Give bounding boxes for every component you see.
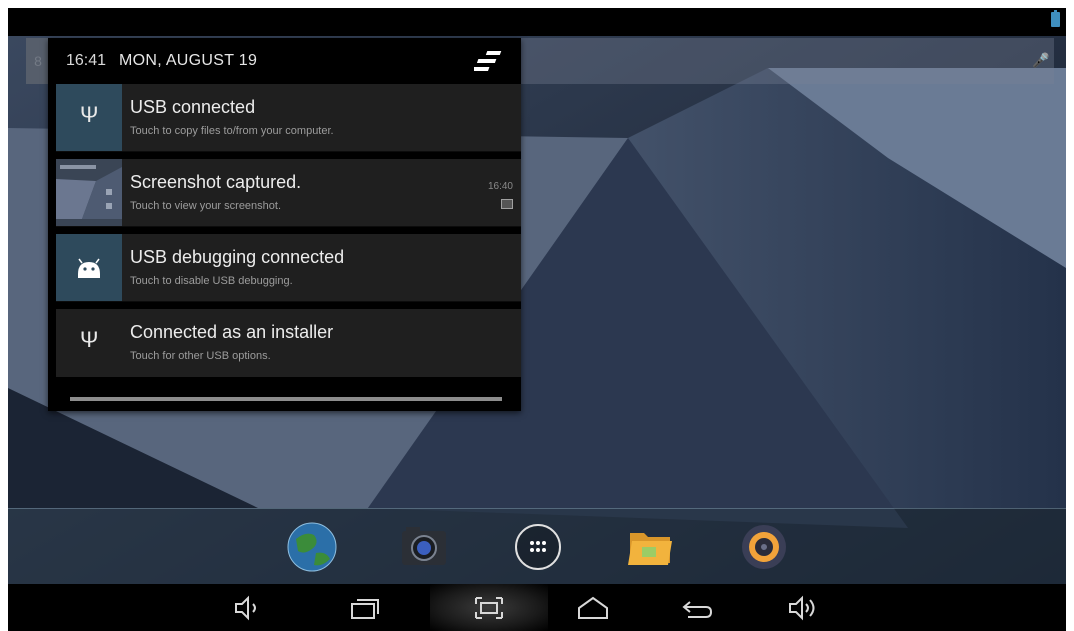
usb-icon: Ψ — [80, 327, 99, 352]
notification-shade: 16:41 MON, AUGUST 19 Ψ USB connected Tou… — [48, 38, 521, 411]
file-manager-icon[interactable] — [624, 521, 676, 573]
screenshot-thumbnail — [56, 159, 122, 226]
notification-icon-box: Ψ — [56, 84, 122, 151]
notification-usb-debugging[interactable]: USB debugging connected Touch to disable… — [56, 234, 521, 302]
date-label: MON, AUGUST 19 — [119, 52, 258, 69]
home-icon[interactable] — [576, 594, 610, 622]
music-icon[interactable] — [738, 521, 790, 573]
notification-title: Screenshot captured. — [130, 172, 302, 192]
notification-installer[interactable]: Ψ Connected as an installer Touch for ot… — [56, 309, 521, 377]
notification-text: Touch to copy files to/from your compute… — [130, 125, 334, 137]
notification-icon-box: Ψ — [56, 309, 122, 376]
notification-title: Connected as an installer — [130, 322, 334, 342]
shade-drag-handle[interactable] — [70, 397, 502, 401]
back-icon[interactable] — [680, 594, 714, 622]
battery-icon — [1051, 10, 1060, 27]
dock — [8, 508, 1066, 584]
app-drawer-icon[interactable] — [512, 521, 564, 573]
notification-usb-connected[interactable]: Ψ USB connected Touch to copy files to/f… — [56, 84, 521, 152]
status-strip — [8, 8, 1066, 36]
notification-time: 16:40 — [487, 181, 513, 192]
clock: 16:41 — [66, 52, 107, 69]
volume-down-icon[interactable] — [232, 594, 266, 622]
microphone-icon[interactable]: 🎤 — [1032, 52, 1049, 70]
notification-title: USB debugging connected — [130, 247, 345, 267]
clear-all-button[interactable] — [474, 49, 504, 75]
camera-icon[interactable] — [398, 521, 450, 573]
android-icon — [56, 234, 122, 301]
divider — [56, 151, 521, 152]
screenshot-icon[interactable] — [472, 594, 506, 622]
notification-title: USB connected — [130, 97, 256, 117]
notification-text: Touch to disable USB debugging. — [130, 275, 293, 287]
shade-header: 16:41 MON, AUGUST 19 — [48, 38, 521, 84]
divider — [56, 301, 521, 302]
notification-text: Touch for other USB options. — [130, 350, 271, 362]
notification-screenshot[interactable]: Screenshot captured. Touch to view your … — [56, 159, 521, 227]
notification-text: Touch to view your screenshot. — [130, 200, 282, 212]
divider — [56, 226, 521, 227]
recent-apps-icon[interactable] — [348, 594, 382, 622]
usb-icon: Ψ — [80, 102, 99, 127]
navigation-bar — [8, 584, 1066, 631]
android-screen: 8 🎤 16:41 MON, AUGUST 19 Ψ USB connected… — [8, 8, 1066, 631]
volume-up-icon[interactable] — [788, 594, 822, 622]
browser-icon[interactable] — [286, 521, 338, 573]
search-icon: 8 — [26, 38, 50, 84]
image-icon — [501, 199, 513, 209]
